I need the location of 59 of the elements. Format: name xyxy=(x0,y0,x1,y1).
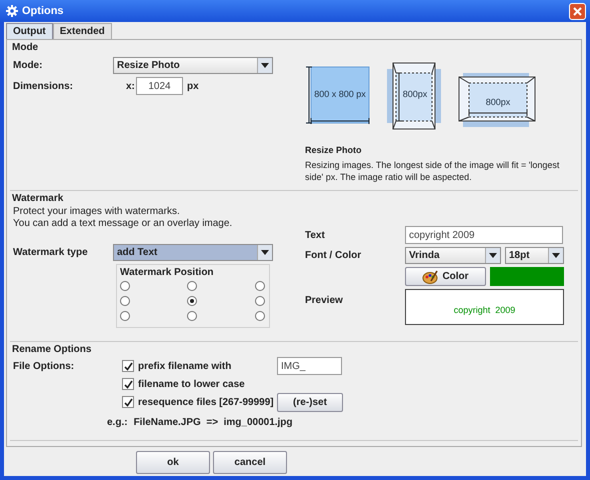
dimension-label: 800px xyxy=(402,89,428,99)
radio-button[interactable] xyxy=(187,311,198,321)
reset-button[interactable]: (re-)set xyxy=(277,392,343,412)
radio-button[interactable] xyxy=(254,281,265,291)
example-label: e.g.: xyxy=(107,417,128,428)
tab[interactable]: Extended xyxy=(52,23,112,39)
color-swatch[interactable] xyxy=(490,267,564,286)
field-label: Text xyxy=(305,230,326,240)
checkbox[interactable] xyxy=(122,378,134,390)
dropdown[interactable]: Vrinda xyxy=(405,247,501,264)
field-label: Font / Color xyxy=(305,250,362,261)
palette-icon xyxy=(422,270,438,284)
text-field[interactable]: copyright 2009 xyxy=(405,226,563,244)
radio-button[interactable] xyxy=(120,281,130,291)
field-label: File Options: xyxy=(13,360,74,372)
dimension-label: 800px xyxy=(486,97,510,107)
unit-label: px xyxy=(187,80,199,92)
description-text: Resizing images. The longest side of the image will fit = 'longest side' px. The image ratio will be aspected. xyxy=(305,159,560,183)
tab[interactable]: Output xyxy=(6,23,53,39)
dialog-button[interactable]: cancel xyxy=(213,451,287,474)
resize-diagram xyxy=(387,62,441,130)
width-field[interactable]: 1024 xyxy=(136,77,183,95)
checkbox-label: prefix filename with xyxy=(138,360,232,372)
dimension-label: 800 x 800 px xyxy=(314,89,366,99)
field-label: Watermark type xyxy=(13,247,89,258)
color-button[interactable]: Color xyxy=(405,267,486,286)
dropdown[interactable]: Resize Photo xyxy=(113,57,273,74)
field-label: Dimensions: xyxy=(13,80,74,92)
dropdown[interactable]: 18pt xyxy=(505,247,564,264)
radio-button[interactable] xyxy=(120,296,130,306)
close-icon xyxy=(573,6,582,16)
field-label: Mode: xyxy=(13,60,44,71)
prefix-field[interactable]: IMG_ xyxy=(277,357,342,375)
checkbox[interactable] xyxy=(122,396,134,408)
radio-button[interactable] xyxy=(120,311,130,321)
radio-button[interactable] xyxy=(187,296,198,306)
checkbox[interactable] xyxy=(122,360,134,372)
field-label: Preview xyxy=(305,295,344,306)
example-text: FileName.JPG => img_00001.jpg xyxy=(134,417,293,428)
window-title: Options xyxy=(22,5,65,17)
radio-button[interactable] xyxy=(254,311,265,321)
axis-label: x: xyxy=(126,80,136,92)
description-title: Resize Photo xyxy=(305,145,363,155)
radio-button[interactable] xyxy=(254,296,265,306)
radio-button[interactable] xyxy=(187,281,198,291)
intro-text: You can add a text message or an overlay image. xyxy=(13,218,234,230)
section-title: Rename Options xyxy=(12,344,92,355)
dropdown[interactable]: add Text xyxy=(113,244,273,261)
section-title: Watermark xyxy=(12,193,64,204)
close-button[interactable] xyxy=(569,2,586,20)
checkbox-label: resequence files [267-99999] xyxy=(138,396,274,408)
intro-text: Protect your images with watermarks. xyxy=(13,206,181,218)
dialog-button[interactable]: ok xyxy=(136,451,210,474)
gear-icon xyxy=(6,5,18,17)
checkbox-label: filename to lower case xyxy=(138,378,245,390)
preview-text: copyright 2009 xyxy=(454,305,516,315)
resize-diagram xyxy=(306,66,370,124)
section-title: Mode xyxy=(12,42,38,53)
panel-title: Watermark Position xyxy=(120,267,215,278)
